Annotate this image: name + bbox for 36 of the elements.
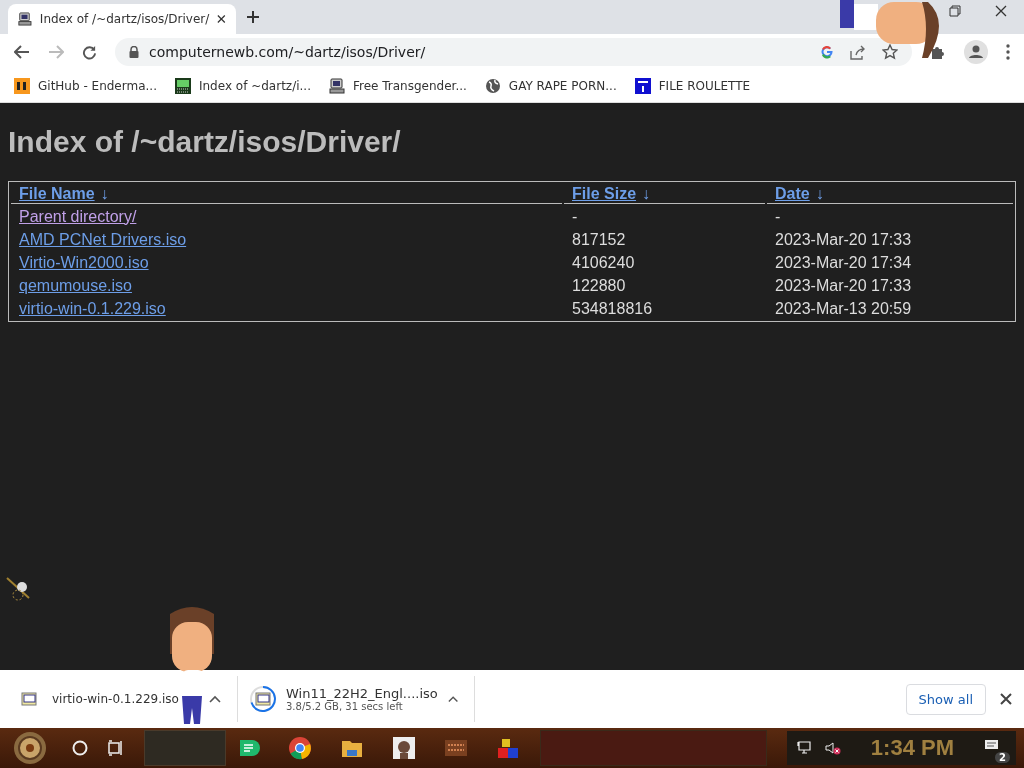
table-cell: - (775, 207, 781, 225)
download-status: 3.8/5.2 GB, 31 secs left (286, 701, 404, 712)
clock[interactable]: 1:34 PM (870, 735, 954, 761)
table-cell: 2023-Mar-20 17:33 (775, 230, 912, 248)
file-name: Win11_22H2_Engl....iso (286, 686, 438, 701)
bookmark[interactable]: FILE ROULETTE (634, 78, 751, 94)
bookmark[interactable]: GAY RAPE PORN... (484, 78, 617, 94)
address-bar[interactable]: computernewb.com/~dartz/isos/Driver/ (115, 38, 912, 66)
file-name: virtio-win-0.1.229.iso (52, 692, 180, 706)
sort-icon[interactable]: ↓ (815, 185, 824, 202)
column-header-link[interactable]: Date (775, 185, 810, 202)
bookmark[interactable]: Free Transgender... (328, 78, 467, 94)
file-link[interactable]: Parent directory/ (19, 207, 137, 225)
table-cell: 534818816 (572, 299, 653, 317)
bookmark[interactable]: GitHub - Enderma... (14, 78, 157, 94)
file-link[interactable]: Virtio-Win2000.iso (19, 253, 149, 271)
sort-icon[interactable]: ↓ (100, 185, 109, 202)
column-header-link[interactable]: File Name (19, 185, 95, 202)
column-header-link[interactable]: File Size (572, 185, 637, 202)
file-link[interactable]: AMD PCNet Drivers.iso (19, 230, 187, 248)
table-cell: 817152 (572, 230, 626, 248)
table-cell: - (572, 207, 578, 225)
browser-tab[interactable]: Index of /~dartz/isos/Driver/ (8, 4, 236, 34)
show-all-button[interactable]: Show all (905, 683, 986, 715)
sort-icon[interactable]: ↓ (642, 185, 651, 202)
bookmark[interactable]: Index of ~dartz/i... (174, 78, 311, 94)
table-cell: 122880 (572, 276, 626, 294)
page-heading: Index of /~dartz/isos/Driver/ (8, 125, 402, 159)
file-link[interactable]: qemumouse.iso (19, 276, 132, 294)
table-cell: 2023-Mar-20 17:33 (775, 276, 912, 294)
download-item[interactable]: Win11_22H2_Engl....iso 3.8/5.2 GB, 31 secs left (250, 676, 475, 722)
notification-badge: 2 (995, 752, 1010, 763)
table-cell: 4106240 (572, 253, 635, 271)
table-cell: 2023-Mar-20 17:34 (775, 253, 912, 271)
file-link[interactable]: virtio-win-0.1.229.iso (19, 299, 166, 317)
table-cell: 2023-Mar-13 20:59 (775, 299, 912, 317)
